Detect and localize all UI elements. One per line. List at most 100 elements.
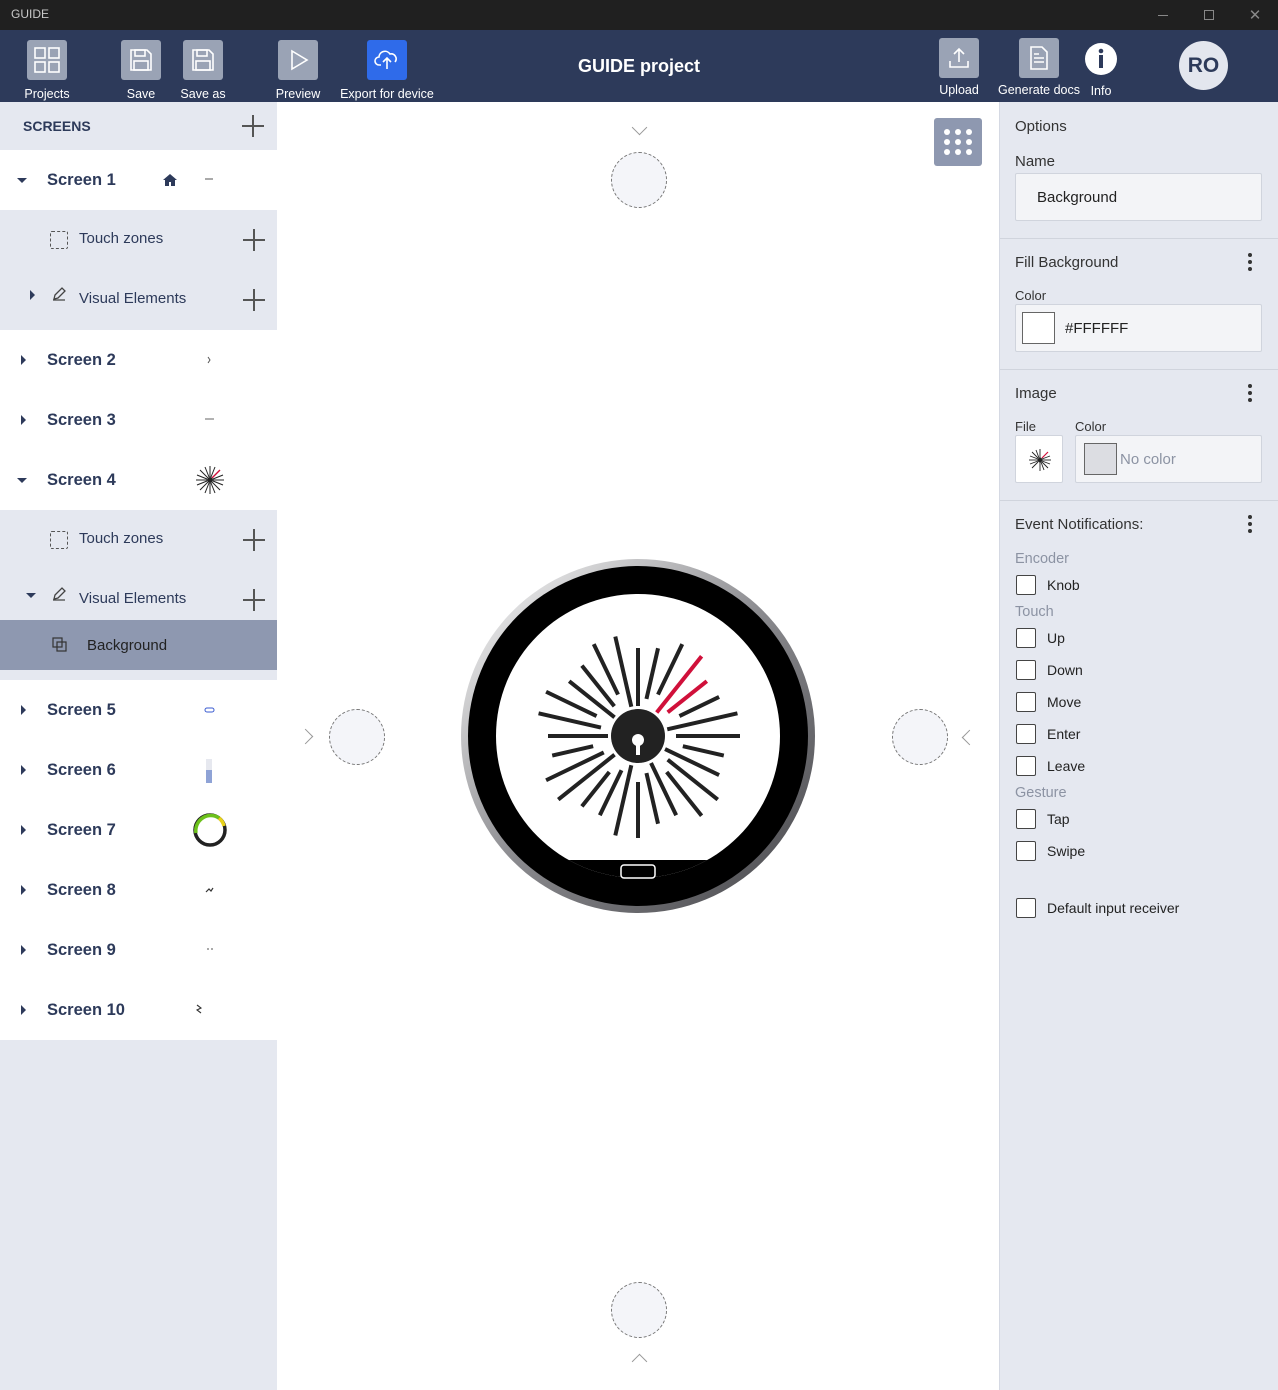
image-color-input[interactable]: No color xyxy=(1075,435,1262,483)
adjacent-screen-left[interactable] xyxy=(329,709,385,765)
screen-row-9[interactable]: Screen 9 xyxy=(0,920,277,980)
touch-zones-label: Touch zones xyxy=(79,530,164,547)
default-input-receiver-checkbox[interactable] xyxy=(1016,898,1036,918)
touch-zones-row-1[interactable]: Touch zones xyxy=(0,210,277,270)
device-preview[interactable] xyxy=(460,558,816,914)
chevron-right-icon[interactable] xyxy=(21,885,26,895)
save-button[interactable]: Save xyxy=(116,30,166,102)
screen-row-1[interactable]: Screen 1 xyxy=(0,150,277,210)
down-checkbox[interactable] xyxy=(1016,660,1036,680)
chevron-right-icon[interactable] xyxy=(30,290,35,300)
screen-label: Screen 2 xyxy=(47,351,116,369)
chevron-down-icon[interactable] xyxy=(17,178,27,183)
screen-label: Screen 5 xyxy=(47,701,116,719)
add-screen-icon[interactable] xyxy=(242,115,264,137)
leave-checkbox[interactable] xyxy=(1016,756,1036,776)
home-icon xyxy=(163,174,177,186)
save-as-button[interactable]: Save as xyxy=(176,30,230,102)
minimize-button[interactable] xyxy=(1140,0,1186,30)
generate-docs-button[interactable]: Generate docs xyxy=(996,30,1082,102)
chevron-right-icon[interactable] xyxy=(297,728,314,745)
adjacent-screen-bottom[interactable] xyxy=(611,1282,667,1338)
fill-color-input[interactable]: #FFFFFF xyxy=(1015,304,1262,352)
enter-label: Enter xyxy=(1047,726,1081,742)
projects-button[interactable]: Projects xyxy=(20,30,74,102)
name-input-value: Background xyxy=(1037,189,1118,206)
chevron-right-icon[interactable] xyxy=(21,945,26,955)
screen-thumbnail xyxy=(204,707,215,713)
upload-button[interactable]: Upload xyxy=(935,30,983,102)
chevron-right-icon[interactable] xyxy=(21,355,26,365)
user-avatar[interactable]: RO xyxy=(1179,41,1228,90)
visual-elements-row-1[interactable]: Visual Elements xyxy=(0,270,277,330)
image-menu-icon[interactable] xyxy=(1248,384,1252,402)
options-title: Options xyxy=(1015,118,1067,135)
adjacent-screen-right[interactable] xyxy=(892,709,948,765)
screen-thumbnail xyxy=(205,178,213,180)
image-file-picker[interactable] xyxy=(1015,435,1063,483)
screen-row-3[interactable]: Screen 3 xyxy=(0,390,277,450)
screen-row-4[interactable]: Screen 4 xyxy=(0,450,277,510)
tap-checkbox[interactable] xyxy=(1016,809,1036,829)
move-checkbox[interactable] xyxy=(1016,692,1036,712)
screen-row-2[interactable]: Screen 2 xyxy=(0,330,277,390)
screen-row-6[interactable]: Screen 6 xyxy=(0,740,277,800)
enter-checkbox[interactable] xyxy=(1016,724,1036,744)
name-label: Name xyxy=(1015,153,1056,170)
screen-row-8[interactable]: Screen 8 xyxy=(0,860,277,920)
event-notifications-menu-icon[interactable] xyxy=(1248,515,1252,533)
chevron-right-icon[interactable] xyxy=(21,705,26,715)
add-touch-zone-icon[interactable] xyxy=(243,229,265,251)
screen-row-10[interactable]: Screen 10 xyxy=(0,980,277,1040)
projects-icon xyxy=(27,40,67,80)
chevron-right-icon[interactable] xyxy=(21,415,26,425)
image-color-label: Color xyxy=(1075,419,1107,434)
cloud-upload-icon xyxy=(367,40,407,80)
screens-header-label: SCREENS xyxy=(23,118,91,134)
chevron-right-icon[interactable] xyxy=(21,765,26,775)
layers-icon xyxy=(52,637,67,652)
swipe-checkbox[interactable] xyxy=(1016,841,1036,861)
screens-sidebar: SCREENS Screen 1 Touch zones Visual Elem… xyxy=(0,102,277,1390)
touch-zones-row-4[interactable]: Touch zones xyxy=(0,510,277,570)
screen-row-7[interactable]: Screen 7 xyxy=(0,800,277,860)
generate-docs-label: Generate docs xyxy=(998,83,1080,97)
add-touch-zone-icon[interactable] xyxy=(243,529,265,551)
screen-canvas[interactable] xyxy=(278,102,998,1390)
chevron-down-icon[interactable] xyxy=(26,593,36,598)
ring-gauge-thumbnail xyxy=(193,813,227,847)
export-for-device-button[interactable]: Export for device xyxy=(338,30,436,102)
screen-label: Screen 6 xyxy=(47,761,116,779)
name-input[interactable]: Background xyxy=(1015,173,1262,221)
touch-zone-icon xyxy=(50,531,68,549)
screen-thumbnail xyxy=(205,418,214,420)
chevron-down-icon[interactable] xyxy=(17,478,27,483)
maximize-button[interactable] xyxy=(1186,0,1232,30)
background-element-row[interactable]: Background xyxy=(0,620,277,670)
preview-label: Preview xyxy=(275,87,321,101)
chevron-up-icon[interactable] xyxy=(631,1353,648,1370)
add-visual-element-icon[interactable] xyxy=(243,289,265,311)
up-checkbox[interactable] xyxy=(1016,628,1036,648)
knob-checkbox[interactable] xyxy=(1016,575,1036,595)
fill-background-menu-icon[interactable] xyxy=(1248,253,1252,271)
chevron-right-icon[interactable] xyxy=(21,1005,26,1015)
close-window-button[interactable]: ✕ xyxy=(1232,0,1278,30)
chevron-left-icon[interactable] xyxy=(961,729,978,746)
chevron-down-icon[interactable] xyxy=(631,119,648,136)
screens-header: SCREENS xyxy=(0,102,277,150)
screen-thumbnail xyxy=(205,887,214,893)
adjacent-screen-top[interactable] xyxy=(611,152,667,208)
screen-row-5[interactable]: Screen 5 xyxy=(0,680,277,740)
fill-color-label: Color xyxy=(1015,288,1047,303)
projects-label: Projects xyxy=(24,87,70,101)
add-visual-element-icon[interactable] xyxy=(243,589,265,611)
grid-menu-button[interactable] xyxy=(934,118,982,166)
fill-color-swatch[interactable] xyxy=(1022,312,1055,344)
chevron-right-icon[interactable] xyxy=(21,825,26,835)
upload-label: Upload xyxy=(939,83,979,97)
info-button[interactable]: Info xyxy=(1082,30,1120,102)
image-color-swatch[interactable] xyxy=(1084,443,1117,475)
divider xyxy=(1000,369,1278,370)
preview-button[interactable]: Preview xyxy=(272,30,324,102)
